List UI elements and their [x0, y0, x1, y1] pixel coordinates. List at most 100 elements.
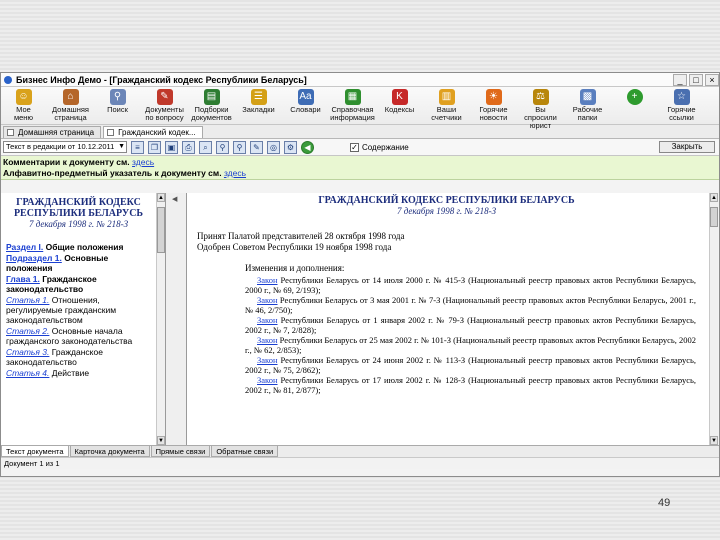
toolbar-button-home[interactable]: ☺ Мое меню — [5, 89, 42, 122]
adopted-line: Принят Палатой представителей 28 октября… — [197, 231, 405, 241]
toolbar-button-search[interactable]: ⚲ Поиск — [99, 89, 136, 114]
changes-header: Изменения и дополнения: — [245, 263, 345, 273]
toc-link[interactable]: Подраздел 1. — [6, 253, 62, 263]
toolbar-button-label: Закладки — [242, 105, 275, 114]
toc-link[interactable]: Раздел I. — [6, 242, 43, 252]
bookmarks-icon: ☰ — [250, 89, 267, 105]
collapse-arrow-icon[interactable]: ◀ — [172, 195, 177, 203]
law-link[interactable]: Закон — [257, 295, 278, 305]
change-item: Закон Республики Беларусь от 1 января 20… — [245, 315, 696, 335]
toolbar-button-news[interactable]: ☀ Горячие новости — [475, 89, 512, 122]
change-text: Республики Беларусь от 14 июля 2000 г. №… — [245, 275, 696, 295]
print-icon[interactable]: ⎙ — [182, 140, 195, 154]
law-link[interactable]: Закон — [257, 315, 278, 325]
law-link[interactable]: Закон — [257, 275, 278, 285]
tab-home-page[interactable]: Домашняя страница — [3, 126, 102, 138]
print-preview-icon[interactable]: ⌕ — [199, 140, 212, 154]
page-icon — [107, 129, 115, 136]
copy-icon[interactable]: ❐ — [148, 140, 161, 154]
toolbar-button-label: Ваши счетчики — [431, 105, 462, 122]
tab-civil-code[interactable]: Гражданский кодек... — [103, 126, 203, 138]
index-line: Алфавитно-предметный указатель к докумен… — [3, 168, 247, 178]
close-document-button[interactable]: Закрыть — [659, 141, 715, 153]
toolbar-button-folders[interactable]: ▩ Рабочие папки — [569, 89, 606, 122]
contents-checkbox[interactable]: ✓ Содержание — [350, 142, 409, 152]
application-window: Бизнес Инфо Демо - [Гражданский кодекс Р… — [0, 72, 720, 477]
toolbar-button-bookmarks[interactable]: ☰ Закладки — [240, 89, 277, 114]
folders-icon: ▩ — [579, 89, 596, 105]
house-icon: ⌂ — [62, 89, 79, 105]
maximize-button[interactable]: □ — [689, 73, 703, 86]
toolbar-button-lawyer[interactable]: ⚖ Вы спросили юрист — [522, 89, 559, 130]
scroll-down-icon[interactable]: ▼ — [710, 436, 718, 445]
toc-link[interactable]: Статья 2. — [6, 326, 49, 336]
title-bar: Бизнес Инфо Демо - [Гражданский кодекс Р… — [1, 73, 719, 87]
toc-link[interactable]: Глава 1. — [6, 274, 40, 284]
toolbar-button-counters[interactable]: ▥ Ваши счетчики — [428, 89, 465, 122]
settings-icon[interactable]: ⚙ — [284, 140, 297, 154]
save-icon[interactable]: ▣ — [165, 140, 178, 154]
find-icon[interactable]: ⚲ — [216, 140, 229, 154]
law-link[interactable]: Закон — [257, 355, 278, 365]
toc-link[interactable]: Статья 4. — [6, 368, 49, 378]
document-toolbar: Текст в редакции от 10.12.2011 ▼ ≡ ❐ ▣ ⎙… — [1, 139, 719, 156]
contents-scrollbar[interactable]: ▲ ▼ — [156, 193, 165, 445]
binoculars-icon[interactable]: ◎ — [267, 140, 280, 154]
toolbar-button-documents[interactable]: ✎ Документы по вопросу — [145, 89, 184, 122]
pane-splitter[interactable]: ◀ — [166, 193, 186, 445]
contents-date: 7 декабря 1998 г. № 218-З — [28, 219, 129, 229]
toolbar-button-books[interactable]: ▤ Подборки документов — [191, 89, 232, 122]
document-area: ГРАЖДАНСКИЙ КОДЕКС РЕСПУБЛИКИ БЕЛАРУСЬ 7… — [1, 193, 719, 445]
toolbar-button-reference[interactable]: ▦ Справочная информация — [330, 89, 375, 122]
reference-icon: ▦ — [344, 89, 361, 105]
document-date: 7 декабря 1998 г. № 218-З — [396, 206, 497, 216]
add-icon: + — [626, 89, 643, 105]
lawyer-icon: ⚖ — [532, 89, 549, 105]
contents-title: ГРАЖДАНСКИЙ КОДЕКС РЕСПУБЛИКИ БЕЛАРУСЬ — [13, 197, 144, 219]
edit-icon[interactable]: ✎ — [250, 140, 263, 154]
index-link[interactable]: здесь — [224, 168, 246, 178]
approved-line: Одобрен Советом Республики 19 ноября 199… — [197, 242, 392, 252]
news-icon: ☀ — [485, 89, 502, 105]
document-scrollbar[interactable]: ▲ ▼ — [709, 193, 718, 445]
page-icon — [7, 129, 14, 136]
toc-link[interactable]: Статья 3. — [6, 347, 49, 357]
law-link[interactable]: Закон — [257, 335, 278, 345]
tab-document-card[interactable]: Карточка документа — [69, 446, 150, 457]
back-arrow-icon[interactable]: ◀ — [301, 140, 314, 154]
view-tabs: Текст документа Карточка документа Прямы… — [1, 445, 719, 457]
tab-document-text[interactable]: Текст документа — [1, 446, 69, 457]
change-item: Закон Республики Беларусь от 25 мая 2002… — [245, 335, 696, 355]
scroll-thumb[interactable] — [157, 207, 165, 253]
toc-item: Статья 2. Основные начала гражданского з… — [6, 326, 151, 346]
toolbar-button-dictionary[interactable]: Aa Словари — [287, 89, 324, 114]
document-title: ГРАЖДАНСКИЙ КОДЕКС РЕСПУБЛИКИ БЕЛАРУСЬ — [318, 195, 575, 206]
law-link[interactable]: Закон — [257, 375, 278, 385]
toolbar-button-hot-links[interactable]: ☆ Горячие ссылки — [663, 89, 700, 122]
search-icon: ⚲ — [109, 89, 126, 105]
change-text: Республики Беларусь от 1 января 2002 г. … — [245, 315, 696, 335]
toolbar-button-label: Мое меню — [13, 105, 34, 122]
toolbar-button-label: Горячие новости — [479, 105, 508, 122]
toolbar-button-house[interactable]: ⌂ Домашняя страница — [52, 89, 89, 122]
comments-link[interactable]: здесь — [132, 157, 154, 167]
find-next-icon[interactable]: ⚲ — [233, 140, 246, 154]
scroll-up-icon[interactable]: ▲ — [157, 193, 165, 202]
edition-select[interactable]: Текст в редакции от 10.12.2011 ▼ — [3, 141, 127, 153]
scroll-thumb[interactable] — [710, 207, 718, 227]
minimize-button[interactable]: _ — [673, 73, 687, 86]
toolbar-button-add[interactable]: + — [616, 89, 653, 106]
info-bar: Комментарии к документу см. здесь Алфави… — [1, 156, 719, 180]
list-icon[interactable]: ≡ — [131, 140, 144, 154]
scroll-down-icon[interactable]: ▼ — [157, 436, 165, 445]
tab-direct-links[interactable]: Прямые связи — [150, 446, 211, 457]
toolbar-button-label: Справочная информация — [330, 105, 375, 122]
scroll-up-icon[interactable]: ▲ — [710, 193, 718, 202]
toc-item: Глава 1. Гражданское законодательство — [6, 274, 151, 294]
toolbar-button-codes[interactable]: K Кодексы — [381, 89, 418, 114]
toc-link[interactable]: Статья 1. — [6, 295, 49, 305]
tab-reverse-links[interactable]: Обратные связи — [211, 446, 279, 457]
close-window-button[interactable]: × — [705, 73, 719, 86]
toc-text: Действие — [51, 368, 90, 378]
codes-icon: K — [391, 89, 408, 105]
